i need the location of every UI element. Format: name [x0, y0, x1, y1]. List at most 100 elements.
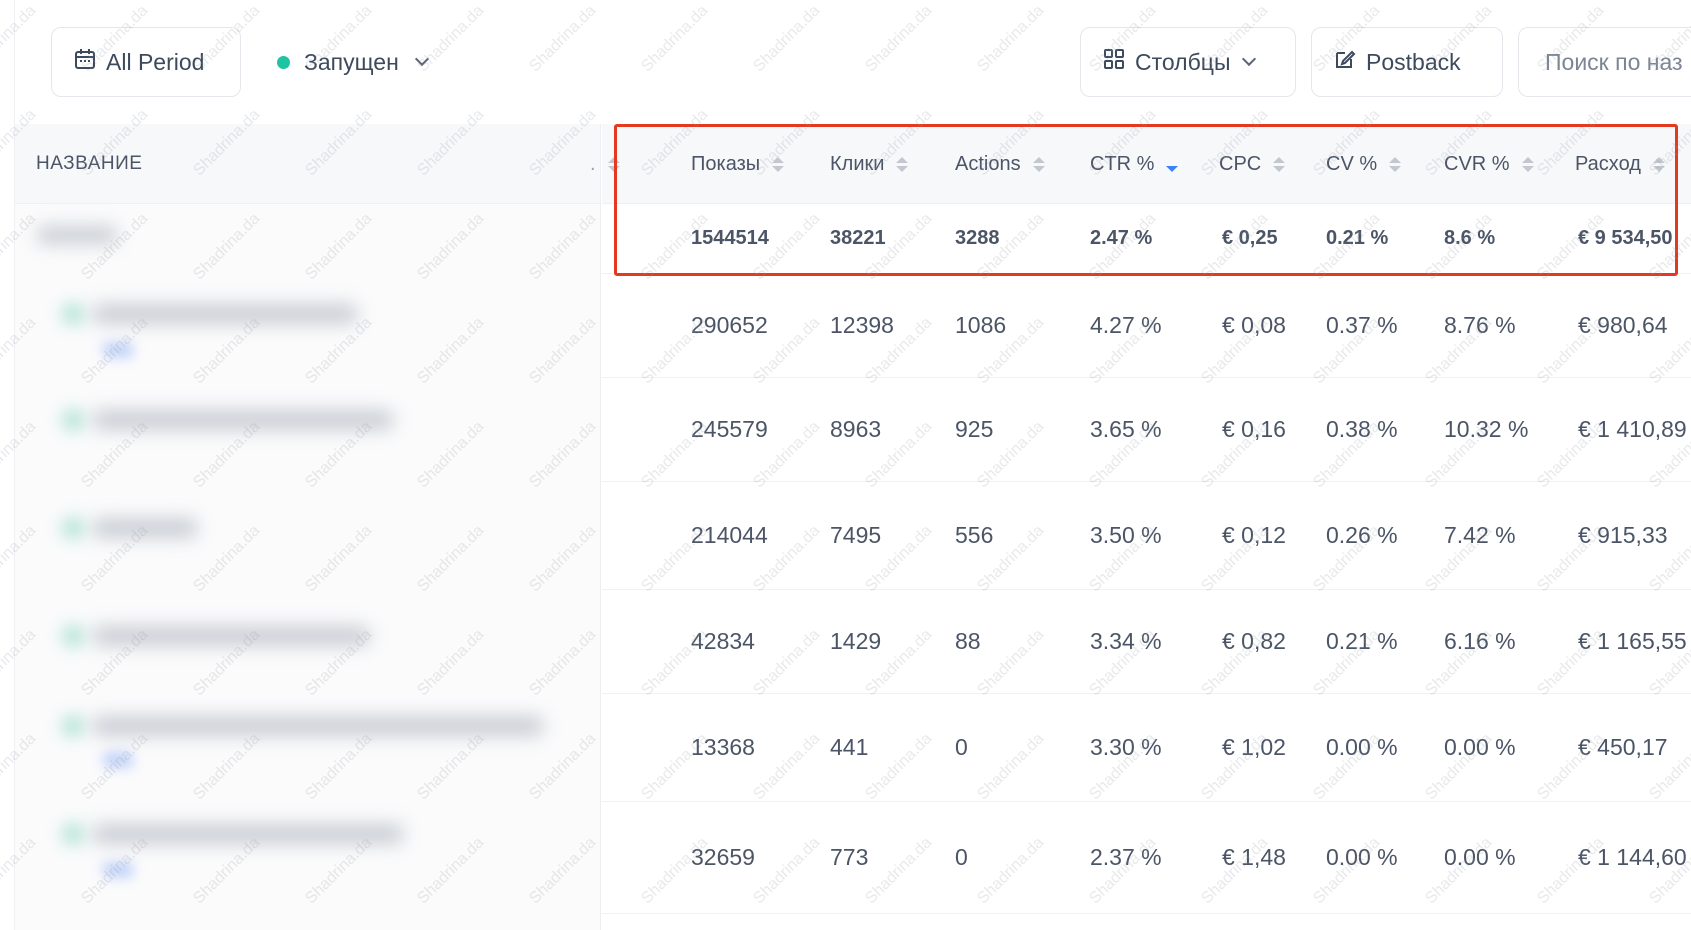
- blurred-tag: [103, 342, 133, 358]
- metrics-table: . Показы Клики Actions CTR % CPC CV % CV…: [590, 124, 1691, 930]
- cell-cpc: € 0,12: [1222, 522, 1286, 548]
- cell-cv: 0.38 %: [1326, 416, 1398, 442]
- blurred-name: [93, 518, 197, 538]
- status-label: Запущен: [304, 48, 399, 75]
- blurred-status-icon: [61, 408, 85, 432]
- sort-desc-icon: [1166, 157, 1179, 172]
- blurred-name: [93, 410, 393, 430]
- blurred-name: [37, 226, 117, 244]
- cell-actions: 0: [955, 844, 968, 870]
- cell-spend: € 1 144,60: [1578, 844, 1687, 870]
- sort-icon: [896, 156, 909, 172]
- table-header: . Показы Клики Actions CTR % CPC CV % CV…: [590, 124, 1691, 204]
- table-row[interactable]: 13368 441 0 3.30 % € 1,02 0.00 % 0.00 % …: [602, 694, 1691, 802]
- cell-actions: 88: [955, 628, 981, 654]
- name-row-total[interactable]: [15, 204, 600, 274]
- cell-cv: 0.00 %: [1326, 844, 1398, 870]
- period-label: All Period: [106, 48, 205, 75]
- cell-actions: 3288: [955, 227, 1000, 249]
- sort-icon: [607, 156, 620, 172]
- table-row[interactable]: 42834 1429 88 3.34 % € 0,82 0.21 % 6.16 …: [602, 590, 1691, 694]
- blurred-status-icon: [61, 822, 85, 846]
- toolbar: All Period Запущен Столбцы Postback: [15, 0, 1691, 124]
- cell-cpc: € 0,25: [1222, 227, 1278, 249]
- status-dropdown[interactable]: Запущен: [277, 40, 429, 84]
- columns-button[interactable]: Столбцы: [1080, 27, 1296, 97]
- cell-spend: € 1 165,55: [1578, 628, 1687, 654]
- cell-cvr: 8.6 %: [1444, 227, 1496, 249]
- cell-ctr: 4.27 %: [1090, 312, 1162, 338]
- cell-cpc: € 0,16: [1222, 416, 1286, 442]
- cell-impressions: 13368: [691, 734, 755, 760]
- sort-icon: [1521, 156, 1534, 172]
- cell-ctr: 3.34 %: [1090, 628, 1162, 654]
- name-row[interactable]: [15, 482, 600, 590]
- cell-impressions: 245579: [691, 416, 768, 442]
- sort-icon: [772, 156, 785, 172]
- name-row[interactable]: [15, 590, 600, 694]
- cell-spend: € 915,33: [1578, 522, 1668, 548]
- edit-icon: [1334, 48, 1356, 76]
- cell-actions: 925: [955, 416, 994, 442]
- blurred-status-icon: [61, 516, 85, 540]
- name-row[interactable]: [15, 274, 600, 378]
- chevron-down-icon: [414, 51, 429, 67]
- column-header-actions[interactable]: Actions: [955, 124, 1045, 204]
- cell-impressions: 42834: [691, 628, 755, 654]
- sort-icon: [1652, 156, 1665, 172]
- blurred-status-icon: [61, 714, 85, 738]
- cell-spend: € 980,64: [1578, 312, 1668, 338]
- column-header-spend[interactable]: Расход: [1575, 124, 1665, 204]
- chevron-down-icon: [1242, 51, 1257, 67]
- cell-cvr: 10.32 %: [1444, 416, 1529, 442]
- search-input[interactable]: [1518, 27, 1691, 97]
- blurred-status-icon: [61, 302, 85, 326]
- cell-ctr: 2.47 %: [1090, 227, 1153, 249]
- name-column-header[interactable]: НАЗВАНИЕ: [15, 124, 600, 204]
- blurred-name: [93, 716, 543, 736]
- cell-cvr: 6.16 %: [1444, 628, 1516, 654]
- name-row[interactable]: [15, 378, 600, 482]
- cell-cvr: 7.42 %: [1444, 522, 1516, 548]
- table-row[interactable]: 290652 12398 1086 4.27 % € 0,08 0.37 % 8…: [602, 274, 1691, 378]
- blurred-status-icon: [61, 624, 85, 648]
- table-row[interactable]: 245579 8963 925 3.65 % € 0,16 0.38 % 10.…: [602, 378, 1691, 482]
- table-row[interactable]: 214044 7495 556 3.50 % € 0,12 0.26 % 7.4…: [602, 482, 1691, 590]
- cell-clicks: 1429: [830, 628, 882, 654]
- sort-icon: [1032, 156, 1045, 172]
- column-header-ctr[interactable]: CTR %: [1090, 124, 1179, 204]
- cell-spend: € 450,17: [1578, 734, 1668, 760]
- period-button[interactable]: All Period: [51, 27, 241, 97]
- blurred-tag: [103, 752, 133, 768]
- postback-button[interactable]: Postback: [1311, 27, 1503, 97]
- table-row[interactable]: 32659 773 0 2.37 % € 1,48 0.00 % 0.00 % …: [602, 802, 1691, 914]
- table-row-total[interactable]: 1544514 38221 3288 2.47 % € 0,25 0.21 % …: [602, 204, 1691, 274]
- column-header-hidden[interactable]: .: [590, 124, 620, 204]
- blurred-name: [93, 824, 403, 844]
- calendar-icon: [74, 48, 96, 76]
- cell-cpc: € 0,08: [1222, 312, 1286, 338]
- cell-cpc: € 1,02: [1222, 734, 1286, 760]
- column-header-cpc[interactable]: CPC: [1219, 124, 1286, 204]
- cell-cvr: 0.00 %: [1444, 734, 1516, 760]
- cell-cv: 0.00 %: [1326, 734, 1398, 760]
- cell-cv: 0.21 %: [1326, 227, 1389, 249]
- cell-cv: 0.26 %: [1326, 522, 1398, 548]
- cell-spend: € 9 534,50: [1578, 227, 1673, 249]
- blurred-name: [93, 626, 369, 646]
- name-row[interactable]: [15, 802, 600, 910]
- cell-cv: 0.21 %: [1326, 628, 1398, 654]
- column-header-impressions[interactable]: Показы: [691, 124, 785, 204]
- name-column: НАЗВАНИЕ: [15, 124, 601, 930]
- column-header-cvr[interactable]: CVR %: [1444, 124, 1534, 204]
- column-header-cv[interactable]: CV %: [1326, 124, 1402, 204]
- blurred-name: [93, 304, 357, 324]
- cell-cpc: € 1,48: [1222, 844, 1286, 870]
- column-header-clicks[interactable]: Клики: [830, 124, 909, 204]
- cell-clicks: 8963: [830, 416, 882, 442]
- name-row[interactable]: [15, 694, 600, 802]
- cell-actions: 556: [955, 522, 994, 548]
- postback-label: Postback: [1366, 48, 1461, 75]
- cell-impressions: 32659: [691, 844, 755, 870]
- columns-label: Столбцы: [1135, 48, 1231, 75]
